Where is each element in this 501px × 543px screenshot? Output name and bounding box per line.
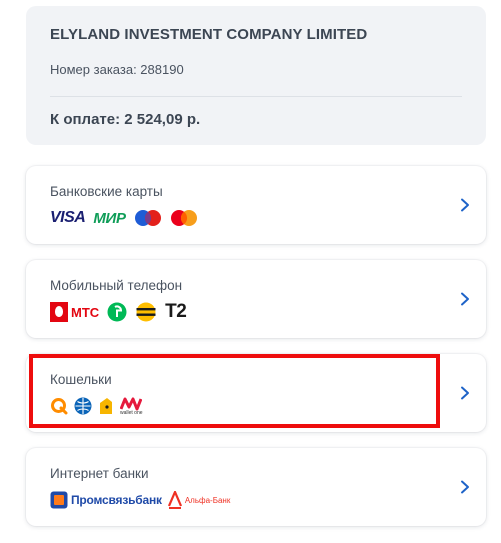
visa-logo-text: VISA	[50, 209, 86, 226]
method-title: Мобильный телефон	[50, 278, 183, 293]
psb-logo: Промсвязьбанк	[50, 491, 162, 509]
payment-method-bank-cards[interactable]: Банковские карты VISA МИР	[26, 166, 486, 244]
beeline-logo	[136, 302, 156, 322]
alfa-logo: Альфа-Банк	[167, 491, 231, 509]
method-logos: МТС Т2	[50, 301, 187, 323]
visa-logo: VISA	[50, 209, 86, 227]
chevron-right-icon	[461, 198, 469, 212]
psb-mark-icon	[50, 491, 68, 509]
mastercard-logo	[170, 210, 197, 226]
mir-logo: МИР	[93, 209, 126, 227]
psb-logo-text: Промсвязьбанк	[71, 493, 162, 507]
mts-logo-text: МТС	[71, 304, 100, 320]
mts-egg-icon	[50, 302, 68, 322]
maestro-logo	[134, 210, 161, 226]
order-number: Номер заказа: 288190	[50, 62, 184, 77]
selection-highlight	[29, 354, 440, 428]
chevron-right-icon	[461, 386, 469, 400]
chevron-right-icon	[461, 480, 469, 494]
divider	[50, 96, 462, 97]
method-title: Банковские карты	[50, 184, 163, 199]
amount-to-pay: К оплате: 2 524,09 р.	[50, 111, 201, 128]
merchant-name: ELYLAND INVESTMENT COMPANY LIMITED	[50, 26, 368, 43]
chevron-right-icon	[461, 292, 469, 306]
method-logos: VISA МИР	[50, 207, 198, 229]
megafon-logo	[107, 302, 127, 322]
method-logos: Промсвязьбанк Альфа-Банк	[50, 489, 230, 511]
method-title: Интернет банки	[50, 466, 149, 481]
mir-logo-text: МИР	[93, 209, 126, 227]
payment-method-internet-banks[interactable]: Интернет банки Промсвязьбанк Альфа-Банк	[26, 448, 486, 526]
alfa-mark-icon	[167, 491, 182, 509]
payment-method-mobile-phone[interactable]: Мобильный телефон МТС Т2	[26, 260, 486, 338]
alfa-logo-text: Альфа-Банк	[184, 495, 231, 505]
mts-logo: МТС	[50, 302, 99, 322]
order-summary-card: ELYLAND INVESTMENT COMPANY LIMITED Номер…	[26, 6, 486, 145]
t2-logo: Т2	[165, 301, 187, 322]
